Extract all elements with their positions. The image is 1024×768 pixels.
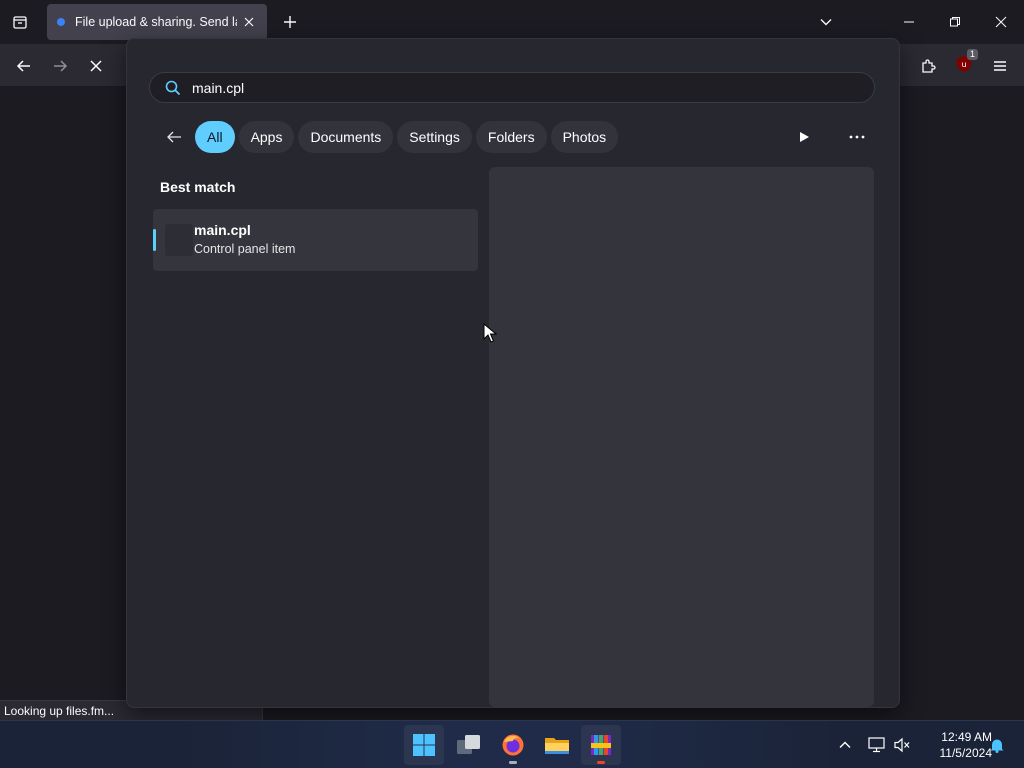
close-tab-button[interactable] xyxy=(241,14,257,30)
filter-photos[interactable]: Photos xyxy=(550,121,619,153)
firefox-view-button[interactable] xyxy=(8,10,32,34)
mouse-cursor-icon xyxy=(483,323,497,343)
ublock-icon: u 1 xyxy=(956,48,978,78)
tab-title: File upload & sharing. Send large files xyxy=(75,15,237,29)
list-all-tabs-button[interactable] xyxy=(814,10,838,34)
control-panel-icon xyxy=(165,224,193,256)
result-preview-pane xyxy=(489,167,874,707)
firefox-taskbar-button[interactable] xyxy=(493,725,533,765)
search-back-button[interactable] xyxy=(159,122,189,152)
more-filters-button[interactable] xyxy=(792,125,816,149)
minimize-button[interactable] xyxy=(886,6,932,38)
filter-documents[interactable]: Documents xyxy=(298,121,394,153)
network-button[interactable] xyxy=(865,733,889,757)
chevron-up-icon xyxy=(839,741,851,748)
volume-muted-icon xyxy=(894,737,910,753)
close-icon xyxy=(244,17,254,27)
close-icon xyxy=(90,60,102,72)
firefox-icon xyxy=(502,734,524,756)
play-icon xyxy=(800,132,809,142)
result-name: main.cpl xyxy=(194,222,251,238)
windows-taskbar: 12:49 AM 11/5/2024 xyxy=(0,720,1024,768)
running-indicator xyxy=(509,761,517,764)
minimize-icon xyxy=(904,21,914,23)
file-explorer-taskbar-button[interactable] xyxy=(537,725,577,765)
filter-all[interactable]: All xyxy=(195,121,235,153)
search-icon xyxy=(164,79,182,97)
best-match-heading: Best match xyxy=(160,179,236,195)
search-input[interactable] xyxy=(192,79,792,96)
arrow-right-icon xyxy=(54,60,68,72)
ublock-extension-button[interactable]: u 1 xyxy=(950,48,978,80)
stop-loading-button[interactable] xyxy=(82,52,110,80)
task-view-button[interactable] xyxy=(449,725,489,765)
clock-time: 12:49 AM xyxy=(941,730,992,744)
app-menu-button[interactable] xyxy=(986,52,1014,80)
selection-indicator xyxy=(153,229,156,251)
firefox-view-icon xyxy=(13,16,27,29)
arrow-left-icon xyxy=(16,60,30,72)
search-box[interactable] xyxy=(149,72,875,103)
filter-folders[interactable]: Folders xyxy=(475,121,547,153)
best-match-result[interactable]: main.cpl Control panel item xyxy=(153,209,478,271)
task-view-icon xyxy=(457,735,480,754)
running-indicator xyxy=(597,761,605,764)
puzzle-icon xyxy=(922,59,936,73)
restore-icon xyxy=(950,17,960,27)
filter-apps[interactable]: Apps xyxy=(238,121,295,153)
forward-button[interactable] xyxy=(46,52,74,80)
new-tab-button[interactable] xyxy=(278,10,302,34)
extension-badge: 1 xyxy=(966,48,978,60)
chevron-down-icon xyxy=(820,19,832,26)
volume-button[interactable] xyxy=(890,733,914,757)
search-filter-bar: All Apps Documents Settings Folders Phot… xyxy=(159,121,619,153)
arrow-left-icon xyxy=(167,131,181,143)
restore-button[interactable] xyxy=(932,6,978,38)
windows-search-panel: All Apps Documents Settings Folders Phot… xyxy=(126,38,900,708)
winrar-taskbar-button[interactable] xyxy=(581,725,621,765)
result-type: Control panel item xyxy=(194,242,296,256)
back-button[interactable] xyxy=(10,52,38,80)
file-explorer-icon xyxy=(545,738,569,754)
more-options-button[interactable] xyxy=(845,125,869,149)
browser-tab[interactable]: File upload & sharing. Send large files xyxy=(47,4,267,40)
hamburger-menu-icon xyxy=(994,61,1006,71)
clock-date: 11/5/2024 xyxy=(939,746,993,760)
ellipsis-icon xyxy=(849,135,865,139)
svg-text:u: u xyxy=(961,60,966,69)
close-window-button[interactable] xyxy=(978,6,1024,38)
bell-icon xyxy=(990,739,1004,753)
network-icon xyxy=(868,737,885,753)
start-icon xyxy=(413,734,435,756)
extensions-button[interactable] xyxy=(914,52,942,80)
plus-icon xyxy=(284,16,296,28)
show-hidden-icons-button[interactable] xyxy=(833,733,857,757)
start-button[interactable] xyxy=(404,725,444,765)
taskbar-clock[interactable]: 12:49 AM 11/5/2024 xyxy=(916,729,993,761)
site-favicon-icon xyxy=(57,18,65,26)
winrar-icon xyxy=(591,735,611,755)
close-icon xyxy=(995,16,1007,28)
filter-settings[interactable]: Settings xyxy=(397,121,472,153)
notifications-button[interactable] xyxy=(985,733,1009,757)
